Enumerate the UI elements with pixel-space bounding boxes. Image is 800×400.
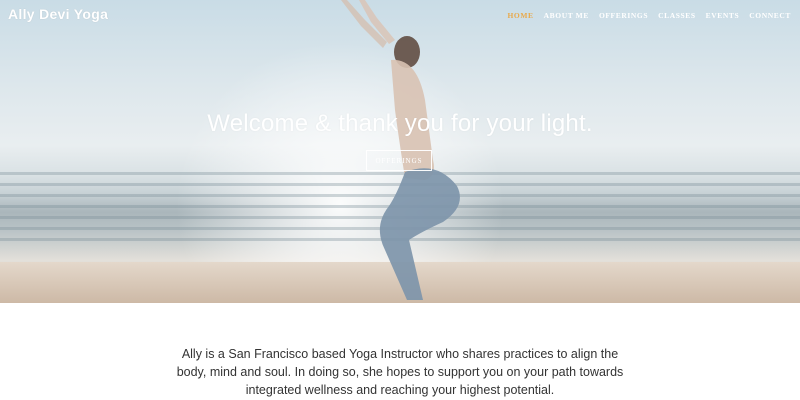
- hero-section: Ally Devi Yoga HOME ABOUT ME OFFERINGS C…: [0, 0, 800, 303]
- site-logo[interactable]: Ally Devi Yoga: [8, 6, 108, 22]
- nav-item-events[interactable]: EVENTS: [706, 11, 740, 20]
- nav-item-home[interactable]: HOME: [507, 11, 533, 20]
- nav-item-classes[interactable]: CLASSES: [658, 11, 696, 20]
- nav-item-about-me[interactable]: ABOUT ME: [544, 11, 589, 20]
- offerings-button[interactable]: OFFERINGS: [366, 150, 432, 171]
- intro-paragraph: Ally is a San Francisco based Yoga Instr…: [176, 347, 624, 397]
- nav-item-connect[interactable]: CONNECT: [749, 11, 791, 20]
- nav-item-offerings[interactable]: OFFERINGS: [599, 11, 648, 20]
- main-nav: HOME ABOUT ME OFFERINGS CLASSES EVENTS C…: [507, 11, 791, 20]
- hero-title: Welcome & thank you for your light.: [207, 110, 593, 137]
